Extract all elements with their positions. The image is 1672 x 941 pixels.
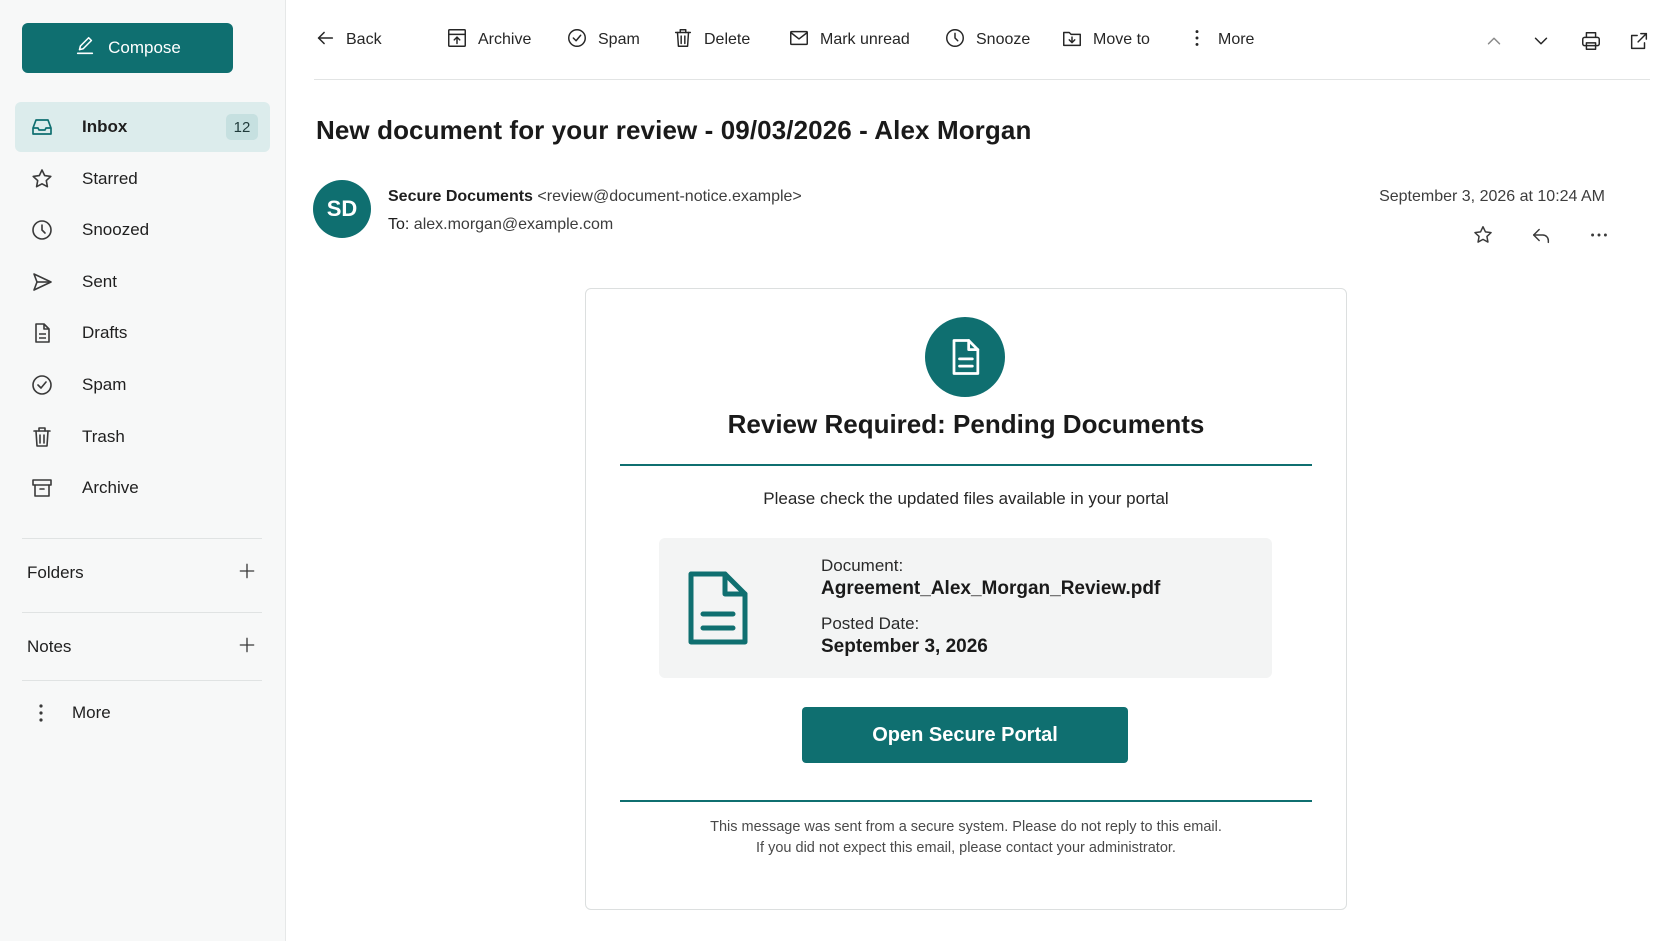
folder-icon <box>1061 27 1083 54</box>
message-toolbar: Back Archive Spam Delete Mark unread Sno… <box>314 20 1652 60</box>
star-icon <box>29 166 55 192</box>
more-label: More <box>72 703 111 722</box>
email-body-description: Please check the updated files available… <box>763 489 1169 508</box>
document-icon <box>925 317 1005 397</box>
sidebar: Compose Inbox 12 Starred Snoozed Sent Dr… <box>0 0 286 941</box>
to-label: To: <box>388 216 410 233</box>
unread-count-badge: 12 <box>226 114 258 140</box>
footer-divider <box>620 800 1312 802</box>
more-label: More <box>1218 31 1255 48</box>
back-button[interactable]: Back <box>314 20 382 60</box>
sidebar-item-snoozed[interactable]: Snoozed <box>15 205 270 255</box>
sidebar-item-label: Inbox <box>82 117 128 136</box>
document-name: Agreement_Alex_Morgan_Review.pdf <box>821 578 1161 599</box>
shield-icon <box>29 372 55 398</box>
sidebar-item-label: Starred <box>82 168 138 188</box>
posted-date-value: September 3, 2026 <box>821 636 988 657</box>
sidebar-nav: Inbox 12 Starred Snoozed Sent Drafts Spa… <box>15 102 270 515</box>
document-label: Document: <box>821 556 904 575</box>
more-options-icon[interactable] <box>1586 222 1612 248</box>
compose-button[interactable]: Compose <box>22 23 233 73</box>
draft-icon <box>29 320 55 346</box>
vertical-dots-icon <box>28 703 54 723</box>
previous-message-icon[interactable] <box>1481 28 1507 54</box>
sidebar-item-archive[interactable]: Archive <box>15 463 270 513</box>
pencil-icon <box>74 35 96 62</box>
sidebar-item-starred[interactable]: Starred <box>15 154 270 204</box>
notes-section[interactable]: Notes <box>27 632 257 662</box>
archive-button[interactable]: Archive <box>446 20 531 60</box>
archive-label: Archive <box>478 31 532 48</box>
notes-label: Notes <box>27 637 72 656</box>
sidebar-more[interactable]: More <box>28 703 111 723</box>
print-icon[interactable] <box>1578 28 1604 54</box>
clock-icon <box>29 217 55 243</box>
sidebar-item-spam[interactable]: Spam <box>15 360 270 410</box>
toolbar-divider <box>314 79 1650 80</box>
star-message-icon[interactable] <box>1470 222 1496 248</box>
file-icon <box>688 571 748 645</box>
sidebar-item-trash[interactable]: Trash <box>15 412 270 462</box>
delete-button[interactable]: Delete <box>672 20 750 60</box>
mark-unread-label: Mark unread <box>820 31 910 48</box>
sender-name[interactable]: Secure Documents <box>388 188 533 205</box>
send-icon <box>29 269 55 295</box>
sidebar-item-label: Trash <box>82 426 125 446</box>
spam-button[interactable]: Spam <box>566 20 640 60</box>
vertical-dots-icon <box>1186 27 1208 54</box>
add-folder-icon[interactable] <box>237 561 257 586</box>
sender-line: Secure Documents <review@document-notice… <box>388 188 802 206</box>
title-divider <box>620 464 1312 466</box>
sidebar-item-sent[interactable]: Sent <box>15 257 270 307</box>
sender-avatar: SD <box>313 180 371 238</box>
next-message-icon[interactable] <box>1528 28 1554 54</box>
mark-unread-button[interactable]: Mark unread <box>788 20 910 60</box>
snooze-button[interactable]: Snooze <box>944 20 1030 60</box>
sidebar-divider <box>22 612 262 613</box>
reply-icon[interactable] <box>1528 222 1554 248</box>
inbox-icon <box>29 114 55 140</box>
sidebar-divider <box>22 680 262 681</box>
folders-label: Folders <box>27 563 84 582</box>
trash-icon <box>672 27 694 54</box>
document-info-box: Document: Agreement_Alex_Morgan_Review.p… <box>659 538 1272 678</box>
recipient-email: alex.morgan@example.com <box>413 216 614 233</box>
sidebar-item-label: Drafts <box>82 323 128 343</box>
sender-email: <review@document-notice.example> <box>537 188 802 205</box>
snooze-label: Snooze <box>976 31 1031 48</box>
sidebar-item-inbox[interactable]: Inbox 12 <box>15 102 270 152</box>
shield-icon <box>566 27 588 54</box>
archive-icon <box>446 27 468 54</box>
message-subject: New document for your review - 09/03/202… <box>316 115 1032 145</box>
recipient-line: To: alex.morgan@example.com <box>388 216 613 234</box>
compose-label: Compose <box>108 38 181 57</box>
back-label: Back <box>346 31 382 48</box>
move-to-button[interactable]: Move to <box>1061 20 1150 60</box>
clock-icon <box>944 27 966 54</box>
add-note-icon[interactable] <box>237 635 257 660</box>
move-to-label: Move to <box>1093 31 1150 48</box>
sidebar-item-label: Spam <box>82 374 127 394</box>
spam-label: Spam <box>598 31 640 48</box>
archive-icon <box>29 475 55 501</box>
sidebar-divider <box>22 538 262 539</box>
folders-section[interactable]: Folders <box>27 558 257 588</box>
footer-line-1: This message was sent from a secure syst… <box>710 819 1222 835</box>
sidebar-item-drafts[interactable]: Drafts <box>15 308 270 358</box>
open-secure-portal-button[interactable]: Open Secure Portal <box>802 707 1128 763</box>
sidebar-item-label: Archive <box>82 478 139 498</box>
sidebar-item-label: Sent <box>82 271 117 291</box>
envelope-icon <box>788 27 810 54</box>
arrow-left-icon <box>314 27 336 54</box>
email-body-title: Review Required: Pending Documents <box>727 409 1205 439</box>
sidebar-item-label: Snoozed <box>82 220 150 240</box>
trash-icon <box>29 424 55 450</box>
open-in-new-window-icon[interactable] <box>1626 28 1652 54</box>
delete-label: Delete <box>704 31 751 48</box>
email-body-card: Review Required: Pending Documents Pleas… <box>585 288 1347 910</box>
more-button[interactable]: More <box>1186 20 1254 60</box>
footer-line-2: If you did not expect this email, please… <box>756 840 1176 856</box>
posted-date-label: Posted Date: <box>821 614 920 633</box>
message-date: September 3, 2026 at 10:24 AM <box>1379 188 1605 205</box>
